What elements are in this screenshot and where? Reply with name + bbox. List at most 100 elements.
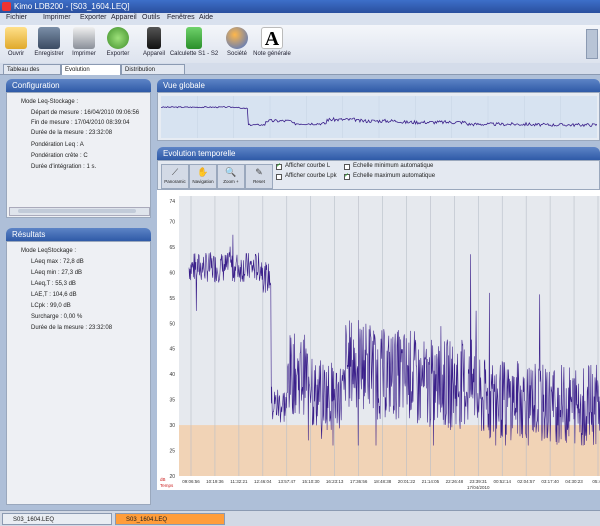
- window-title: Kimo LDB200 - [S03_1604.LEQ]: [14, 2, 130, 11]
- toolbar: Ouvrir Enregistrer Imprimer Exporter App…: [0, 25, 600, 64]
- device-button[interactable]: Appareil: [140, 27, 168, 57]
- evolution-header: Evolution temporelle: [157, 147, 600, 160]
- panoramic-icon: ⟋: [171, 167, 179, 177]
- show-curve-lpk-checkbox[interactable]: [276, 174, 282, 180]
- menu-fenetres[interactable]: Fenêtres: [167, 14, 195, 21]
- config-weighting-leq: Pondération Leq : A: [31, 142, 84, 148]
- save-button[interactable]: Enregistrer: [32, 27, 66, 57]
- show-curve-l-label: Afficher courbe L: [285, 163, 331, 169]
- result-lcpk: LCpk : 99,0 dB: [31, 303, 71, 309]
- folder-icon: [5, 27, 27, 49]
- auto-min-scale-label: Echelle minimum automatique: [353, 163, 434, 169]
- auto-max-scale-label: Echelle maximum automatique: [353, 173, 436, 179]
- reset-button[interactable]: ✎ Reset: [245, 164, 273, 189]
- company-button[interactable]: Société: [222, 27, 252, 57]
- app-icon: [2, 2, 11, 11]
- tab-table-values[interactable]: Tableau des valeurs: [3, 64, 61, 83]
- status-bar: S03_1604.LEQ S03_1604.LEQ: [0, 510, 600, 526]
- x-tick-label: 13:57:47: [278, 479, 296, 484]
- x-tick-label: 17:36:56: [350, 479, 368, 484]
- export-button[interactable]: Exporter: [102, 27, 134, 57]
- y-tick-label: 40: [169, 372, 175, 378]
- reset-icon: ✎: [255, 167, 263, 177]
- show-curve-l-checkbox[interactable]: [276, 162, 282, 170]
- toolbar-overflow[interactable]: [586, 29, 598, 59]
- save-label: Enregistrer: [34, 51, 64, 57]
- results-mode: Mode LeqStockage :: [21, 248, 77, 254]
- printer-icon: [73, 27, 95, 49]
- calculator-icon: [186, 27, 202, 49]
- navigation-icon: ✋: [197, 167, 209, 177]
- file-tab-2[interactable]: S03_1604.LEQ: [115, 513, 225, 525]
- navigation-label: Navigation: [192, 179, 214, 184]
- config-end: Fin de mesure : 17/04/2010 08:39:04: [31, 120, 130, 126]
- x-date-label: 17/04/2010: [467, 485, 490, 490]
- file-tab-1-label: S03_1604.LEQ: [13, 517, 55, 523]
- y-tick-label: 60: [169, 270, 175, 276]
- result-laeq-max: LAeq max : 72,8 dB: [31, 259, 84, 265]
- device-icon: [147, 27, 161, 49]
- y-tick-label: 74: [169, 199, 175, 205]
- x-tick-label: 03:17:40: [541, 479, 559, 484]
- print-button[interactable]: Imprimer: [68, 27, 100, 57]
- save-icon: [38, 27, 60, 49]
- y-tick-label: 55: [169, 296, 175, 302]
- menu-outils[interactable]: Outils: [142, 14, 160, 21]
- open-button[interactable]: Ouvrir: [2, 27, 30, 57]
- x-tick-label: 18:48:38: [374, 479, 392, 484]
- auto-max-scale-checkbox[interactable]: [344, 172, 350, 180]
- x-tick-label: 05:43: [592, 479, 600, 484]
- x-tick-label: 09:06:56: [182, 479, 200, 484]
- device-label: Appareil: [142, 51, 165, 57]
- company-icon: [226, 27, 248, 49]
- overview-chart[interactable]: [161, 96, 597, 138]
- calculator-button[interactable]: Calculette S1 - S2: [169, 27, 219, 57]
- x-tick-label: 23:39:31: [470, 479, 488, 484]
- navigation-button[interactable]: ✋ Navigation: [189, 164, 217, 189]
- note-icon: A: [261, 27, 283, 50]
- temporal-chart[interactable]: 20 25 30 35 40 45 50 55 60 65 70 74 09:06:56 10:19:3…: [157, 190, 600, 490]
- x-tick-label: 16:23:13: [326, 479, 344, 484]
- x-tick-label: 11:32:21: [230, 479, 248, 484]
- export-label: Exporter: [106, 51, 130, 57]
- temporal-chart-area: 20 25 30 35 40 45 50 55 60 65 70 74 09:06:56 10:19:3…: [157, 190, 600, 490]
- config-integration: Durée d'intégration : 1 s.: [31, 164, 97, 170]
- config-weighting-peak: Pondération crête : C: [31, 153, 88, 159]
- title-bar: Kimo LDB200 - [S03_1604.LEQ]: [0, 0, 600, 13]
- y-tick-label: 25: [169, 449, 175, 455]
- menu-exporter[interactable]: Exporter: [80, 14, 106, 21]
- config-mode: Mode Leq-Stockage :: [21, 99, 79, 105]
- open-label: Ouvrir: [7, 51, 25, 57]
- zoom-in-button[interactable]: 🔍 Zoom +: [217, 164, 245, 189]
- note-button[interactable]: A Note générale: [252, 27, 292, 57]
- x-tick-label: 10:19:36: [206, 479, 224, 484]
- evolution-toolbar: ⟋ Panoramic ✋ Navigation 🔍 Zoom + ✎ Rese…: [157, 160, 600, 190]
- tab-statistical-distribution[interactable]: Distribution statistiques: [121, 64, 185, 83]
- x-tick-label: 04:30:23: [565, 479, 583, 484]
- menu-fichier[interactable]: Fichier: [6, 14, 27, 21]
- menu-appareil[interactable]: Appareil: [111, 14, 137, 21]
- tab-temporal-evolution[interactable]: Evolution temporelle: [61, 64, 121, 83]
- config-duration: Durée de la mesure : 23:32:08: [31, 130, 113, 136]
- tab-bar: Tableau des valeurs Evolution temporelle…: [0, 63, 600, 83]
- result-laeq-t: LAeq,T : 55,3 dB: [31, 281, 76, 287]
- x-tick-label: 12:46:04: [254, 479, 272, 484]
- show-curve-lpk-label: Afficher courbe Lpk: [285, 173, 337, 179]
- config-scrollbar[interactable]: [9, 207, 150, 216]
- configuration-panel: Mode Leq-Stockage : Départ de mesure : 1…: [6, 92, 151, 218]
- y-tick-label: 30: [169, 423, 175, 429]
- menu-aide[interactable]: Aide: [199, 14, 213, 21]
- configuration-header: Configuration: [6, 79, 151, 92]
- auto-min-scale-checkbox[interactable]: [344, 164, 350, 170]
- zoom-icon: 🔍: [225, 167, 237, 177]
- results-header: Résultats: [6, 228, 151, 241]
- results-panel: Mode LeqStockage : LAeq max : 72,8 dB LA…: [6, 241, 151, 505]
- x-tick-label: 00:52:14: [493, 479, 511, 484]
- axis-corner-unit: dB: [160, 477, 166, 482]
- file-tab-1[interactable]: S03_1604.LEQ: [2, 513, 112, 525]
- config-scroll-thumb[interactable]: [18, 209, 136, 213]
- menu-imprimer[interactable]: Imprimer: [43, 14, 71, 21]
- panoramic-button[interactable]: ⟋ Panoramic: [161, 164, 189, 189]
- result-duration: Durée de la mesure : 23:32:08: [31, 325, 113, 331]
- y-tick-label: 70: [169, 219, 175, 225]
